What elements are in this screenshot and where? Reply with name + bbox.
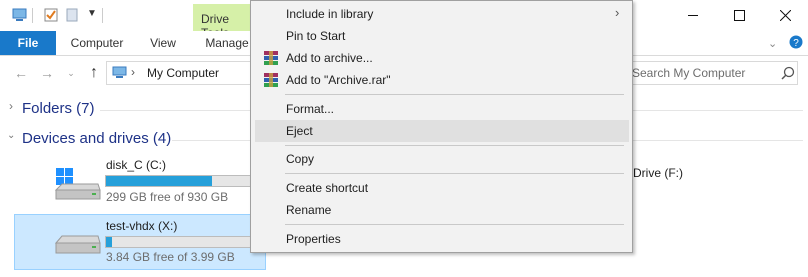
drive-icon [54,235,101,254]
drive-name: disk_C (C:) [106,158,167,172]
computer-icon [12,8,27,21]
menu-separator [285,145,624,146]
group-header-folders[interactable]: Folders (7) [22,100,95,117]
menu-item-label: Pin to Start [286,29,346,43]
back-arrow-icon[interactable]: ← [12,64,30,82]
drive-tools-group: Drive Tools [193,4,253,40]
up-arrow-icon[interactable]: ↑ [85,64,103,82]
windows-drive-icon [54,168,101,200]
drive-free-space: 3.84 GB free of 3.99 GB [106,250,235,264]
menu-item-label: Format... [286,102,335,116]
chevron-down-icon[interactable]: ⌄ [7,130,15,141]
recent-locations-icon[interactable]: ⌄ [62,64,80,82]
drive-usage-bar [105,175,263,187]
menu-item-eject[interactable]: Eject [255,120,629,142]
divider [32,8,33,23]
divider [102,8,103,23]
winrar-icon [264,73,278,87]
menu-item-label: Properties [286,232,341,246]
close-icon [779,10,791,21]
breadcrumb[interactable]: My Computer [147,66,219,80]
menu-item-copy[interactable]: Copy [255,148,629,170]
menu-item-label: Include in library [286,7,374,21]
menu-item-rename[interactable]: Rename [255,199,629,221]
address-input[interactable]: › My Computer [106,61,257,85]
maximize-button[interactable] [716,0,762,31]
customize-toolbar-icon[interactable]: ▼ [87,8,97,19]
drive-usage-bar [105,236,263,248]
tab-manage[interactable]: Manage [200,31,254,55]
menu-item-label: Create shortcut [286,181,369,195]
menu-item-label: Add to "Archive.rar" [286,73,391,87]
drive-usage-fill [106,176,213,186]
menu-item-add-to-archive[interactable]: Add to archive... [255,47,629,69]
menu-item-label: Copy [286,152,315,166]
drive-tile-c[interactable]: disk_C (C:) 299 GB free of 930 GB [14,154,266,210]
drive-free-space: 299 GB free of 930 GB [106,190,229,204]
drive-name-partial[interactable]: Drive (F:) [633,166,683,180]
menu-item-create-shortcut[interactable]: Create shortcut [255,177,629,199]
menu-item-label: Eject [286,124,313,138]
maximize-icon [733,10,745,21]
forward-arrow-icon[interactable]: → [38,64,56,82]
menu-item-properties[interactable]: Properties [255,228,629,250]
menu-item-add-to-archive-rar[interactable]: Add to "Archive.rar" [255,69,629,91]
chevron-right-icon[interactable]: › [9,99,13,113]
menu-separator [285,94,624,95]
properties-icon[interactable] [44,8,58,22]
search-icon[interactable] [781,66,795,80]
tab-file[interactable]: File [0,31,56,55]
menu-separator [285,224,624,225]
minimize-icon [688,15,698,16]
menu-item-include-in-library[interactable]: Include in library › [255,3,629,25]
minimize-button[interactable] [670,0,716,31]
divider [633,140,803,141]
search-clip [632,61,782,85]
context-menu: Include in library › Pin to Start Add to… [250,0,633,253]
menu-item-label: Add to archive... [286,51,373,65]
submenu-arrow-icon: › [615,5,620,20]
divider [633,110,803,111]
menu-separator [285,173,624,174]
close-button[interactable] [762,0,808,31]
divider [100,110,250,111]
help-icon[interactable]: ? [789,35,803,49]
drive-tile-x[interactable]: test-vhdx (X:) 3.84 GB free of 3.99 GB [14,214,266,270]
drive-usage-fill [106,237,113,247]
menu-item-format[interactable]: Format... [255,98,629,120]
divider [172,140,250,141]
tab-computer[interactable]: Computer [66,31,128,55]
drive-name: test-vhdx (X:) [106,219,178,233]
new-folder-icon[interactable] [66,8,78,22]
svg-text:?: ? [793,38,799,49]
winrar-icon [264,51,278,65]
menu-item-label: Rename [286,203,332,217]
tab-view[interactable]: View [144,31,182,55]
computer-icon [112,66,127,78]
menu-item-pin-to-start[interactable]: Pin to Start [255,25,629,47]
group-header-devices[interactable]: Devices and drives (4) [22,130,171,147]
ribbon-expand-icon[interactable]: ⌄ [768,37,777,50]
breadcrumb-separator-icon[interactable]: › [131,65,135,79]
